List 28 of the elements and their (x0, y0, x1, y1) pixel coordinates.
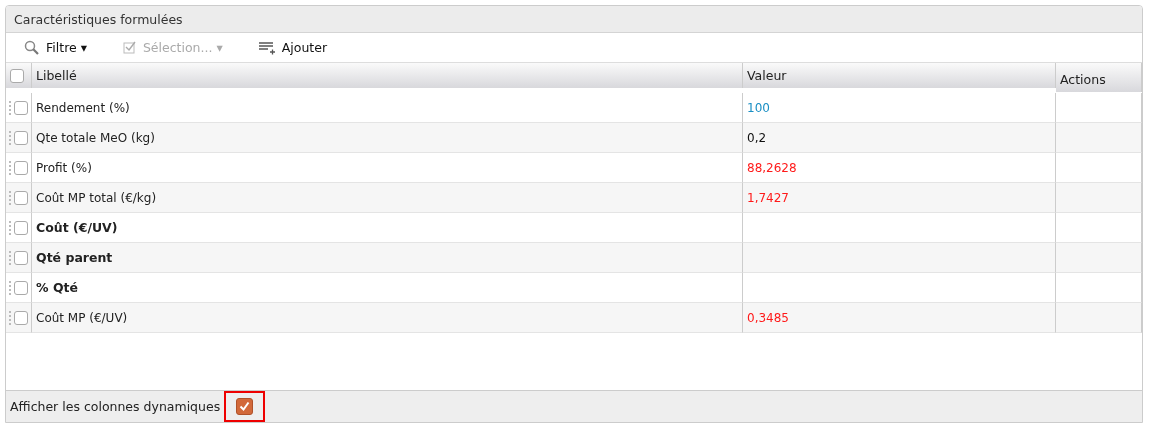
add-button[interactable]: Ajouter (254, 38, 332, 57)
table-cell: Qté parent (32, 243, 743, 273)
checkbox[interactable] (14, 190, 28, 205)
checkbox[interactable] (14, 310, 28, 325)
checkbox[interactable] (14, 280, 28, 295)
filter-button[interactable]: Filtre ▾ (20, 38, 91, 57)
checkbox[interactable] (14, 250, 28, 265)
column-header: Valeur (743, 63, 1056, 88)
checkbox-icon (122, 41, 136, 54)
table-cell: Qte totale MeO (kg) (32, 123, 743, 153)
table-cell: 0,2 (743, 123, 1056, 153)
checkbox[interactable] (14, 220, 28, 235)
panel-title: Caractéristiques formulées (6, 6, 1142, 33)
table-cell: 0,3485 (743, 303, 1056, 333)
table-cell: 1,7427 (743, 183, 1056, 213)
column-header: Libellé (32, 63, 743, 88)
add-list-icon (258, 40, 275, 55)
checkbox[interactable] (236, 398, 254, 415)
check-icon (239, 401, 251, 412)
checkbox[interactable] (14, 130, 28, 145)
search-icon (24, 40, 39, 55)
column-header: Actions (1056, 63, 1142, 92)
table-cell: Coût MP total (€/kg) (32, 183, 743, 213)
footer-label: Afficher les colonnes dynamiques (10, 399, 221, 414)
table-cell: Coût MP (€/UV) (32, 303, 743, 333)
checkbox[interactable] (10, 68, 24, 83)
checkbox[interactable] (14, 100, 28, 115)
checkbox[interactable] (14, 160, 28, 175)
